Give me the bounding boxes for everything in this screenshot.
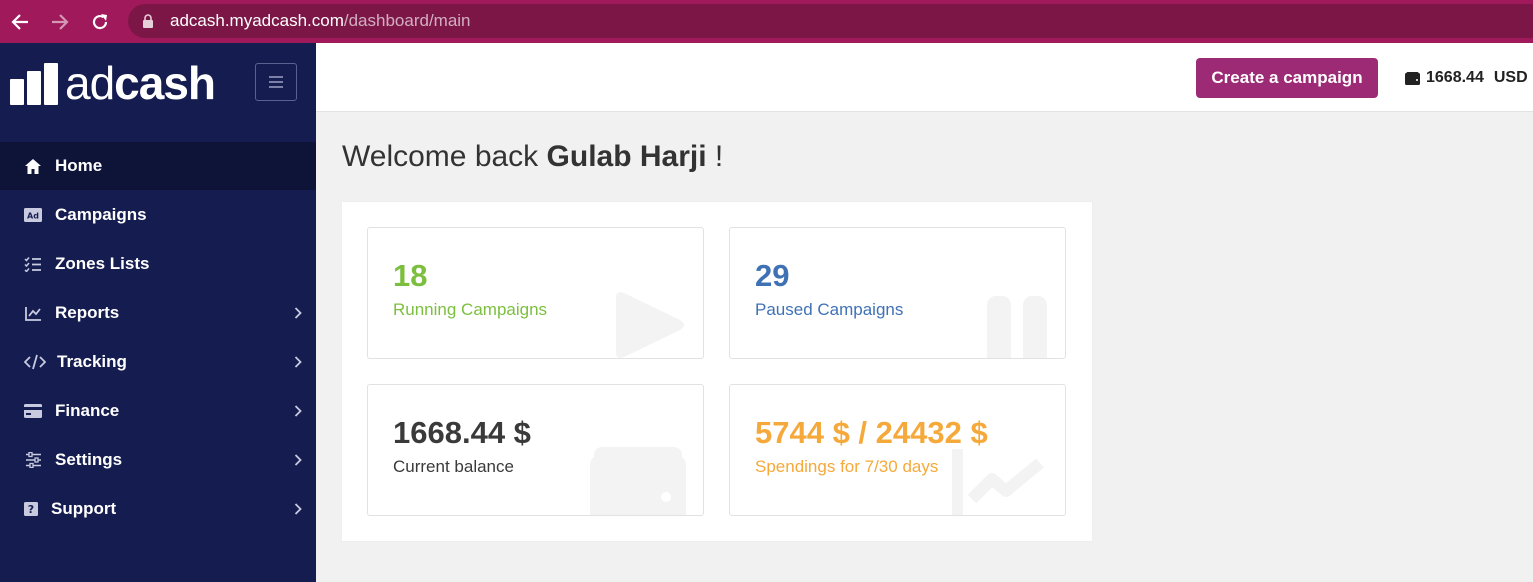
create-campaign-button[interactable]: Create a campaign — [1196, 58, 1378, 98]
welcome-suffix: ! — [714, 140, 724, 173]
url-path: /dashboard/main — [343, 11, 471, 30]
sidebar-item-campaigns[interactable]: Ad Campaigns — [0, 191, 316, 239]
logo-text-suffix: cash — [114, 57, 216, 109]
spendings-card[interactable]: 5744 $ / 24432 $ Spendings for 7/30 days — [729, 384, 1066, 516]
paused-campaigns-card[interactable]: 29 Paused Campaigns — [729, 227, 1066, 359]
sidebar-item-label: Campaigns — [55, 205, 147, 224]
current-balance-value: 1668.44 $ — [393, 415, 531, 450]
stats-panel: 18 Running Campaigns 29 Paused Campaigns… — [342, 202, 1092, 541]
sidebar-item-reports[interactable]: Reports — [0, 289, 316, 337]
reload-icon — [92, 13, 108, 29]
address-bar[interactable]: adcash.myadcash.com/dashboard/main — [128, 4, 1533, 38]
running-campaigns-card[interactable]: 18 Running Campaigns — [367, 227, 704, 359]
logo-text-prefix: ad — [65, 57, 115, 109]
pause-icon — [987, 296, 1047, 358]
balance-amount: 1668.44 — [1426, 69, 1484, 86]
running-campaigns-label: Running Campaigns — [393, 300, 548, 319]
ad-icon: Ad — [24, 206, 42, 224]
sidebar-item-label: Reports — [55, 303, 120, 322]
sidebar-item-label: Support — [51, 499, 117, 518]
svg-text:Ad: Ad — [27, 212, 39, 221]
sidebar-item-tracking[interactable]: Tracking — [0, 338, 316, 386]
welcome-prefix: Welcome back — [342, 140, 539, 173]
chevron-right-icon — [294, 356, 302, 368]
paused-campaigns-label: Paused Campaigns — [755, 300, 904, 319]
reload-button[interactable] — [80, 0, 120, 43]
hamburger-icon — [269, 76, 283, 88]
top-header: Create a campaign 1668.44 USD — [316, 43, 1533, 112]
code-icon — [24, 353, 46, 371]
forward-arrow-icon — [52, 13, 69, 30]
logo-bars-icon — [10, 63, 61, 105]
spendings-value: 5744 $ / 24432 $ — [755, 415, 988, 450]
lock-icon — [143, 14, 153, 28]
current-balance-card[interactable]: 1668.44 $ Current balance — [367, 384, 704, 516]
credit-card-icon — [24, 402, 42, 420]
running-campaigns-count: 18 — [393, 258, 428, 293]
sidebar-item-settings[interactable]: Settings — [0, 436, 316, 484]
sidebar-item-support[interactable]: ? Support — [0, 485, 316, 533]
checklist-icon — [24, 255, 42, 273]
spendings-label: Spendings for 7/30 days — [755, 457, 939, 476]
forward-button[interactable] — [40, 0, 80, 43]
sidebar-item-finance[interactable]: Finance — [0, 387, 316, 435]
sidebar-item-zones-lists[interactable]: Zones Lists — [0, 240, 316, 288]
sidebar-item-label: Settings — [55, 450, 123, 469]
svg-text:?: ? — [28, 503, 34, 516]
browser-toolbar: adcash.myadcash.com/dashboard/main — [0, 0, 1533, 43]
play-icon — [616, 292, 684, 358]
sidebar-item-label: Finance — [55, 401, 120, 420]
wallet-icon — [590, 447, 686, 515]
adcash-logo[interactable]: adcash — [10, 60, 216, 106]
welcome-heading: Welcome back Gulab Harji ! — [342, 140, 723, 174]
sidebar-item-home[interactable]: Home — [0, 142, 316, 190]
current-balance-label: Current balance — [393, 457, 514, 476]
sliders-icon — [24, 451, 42, 469]
sidebar: adcash Home Ad Campaigns Zones Lists Rep… — [0, 43, 316, 582]
paused-campaigns-count: 29 — [755, 258, 790, 293]
back-arrow-icon — [11, 13, 28, 30]
sidebar-item-label: Home — [55, 156, 103, 175]
chart-icon — [24, 304, 42, 322]
balance-currency: USD — [1493, 69, 1528, 86]
line-chart-icon — [952, 449, 1044, 515]
chevron-right-icon — [294, 405, 302, 417]
brand-area: adcash — [0, 43, 316, 142]
chevron-right-icon — [294, 307, 302, 319]
back-button[interactable] — [0, 0, 40, 43]
chevron-right-icon — [294, 454, 302, 466]
sidebar-item-label: Zones Lists — [55, 254, 150, 273]
menu-toggle-button[interactable] — [255, 63, 297, 101]
chevron-right-icon — [294, 503, 302, 515]
home-icon — [24, 157, 42, 175]
header-balance[interactable]: 1668.44 USD — [1405, 69, 1528, 87]
user-name: Gulab Harji — [546, 140, 707, 173]
wallet-icon — [1405, 71, 1420, 85]
url-host: adcash.myadcash.com — [170, 11, 344, 30]
help-icon: ? — [24, 500, 38, 518]
sidebar-item-label: Tracking — [57, 352, 127, 371]
